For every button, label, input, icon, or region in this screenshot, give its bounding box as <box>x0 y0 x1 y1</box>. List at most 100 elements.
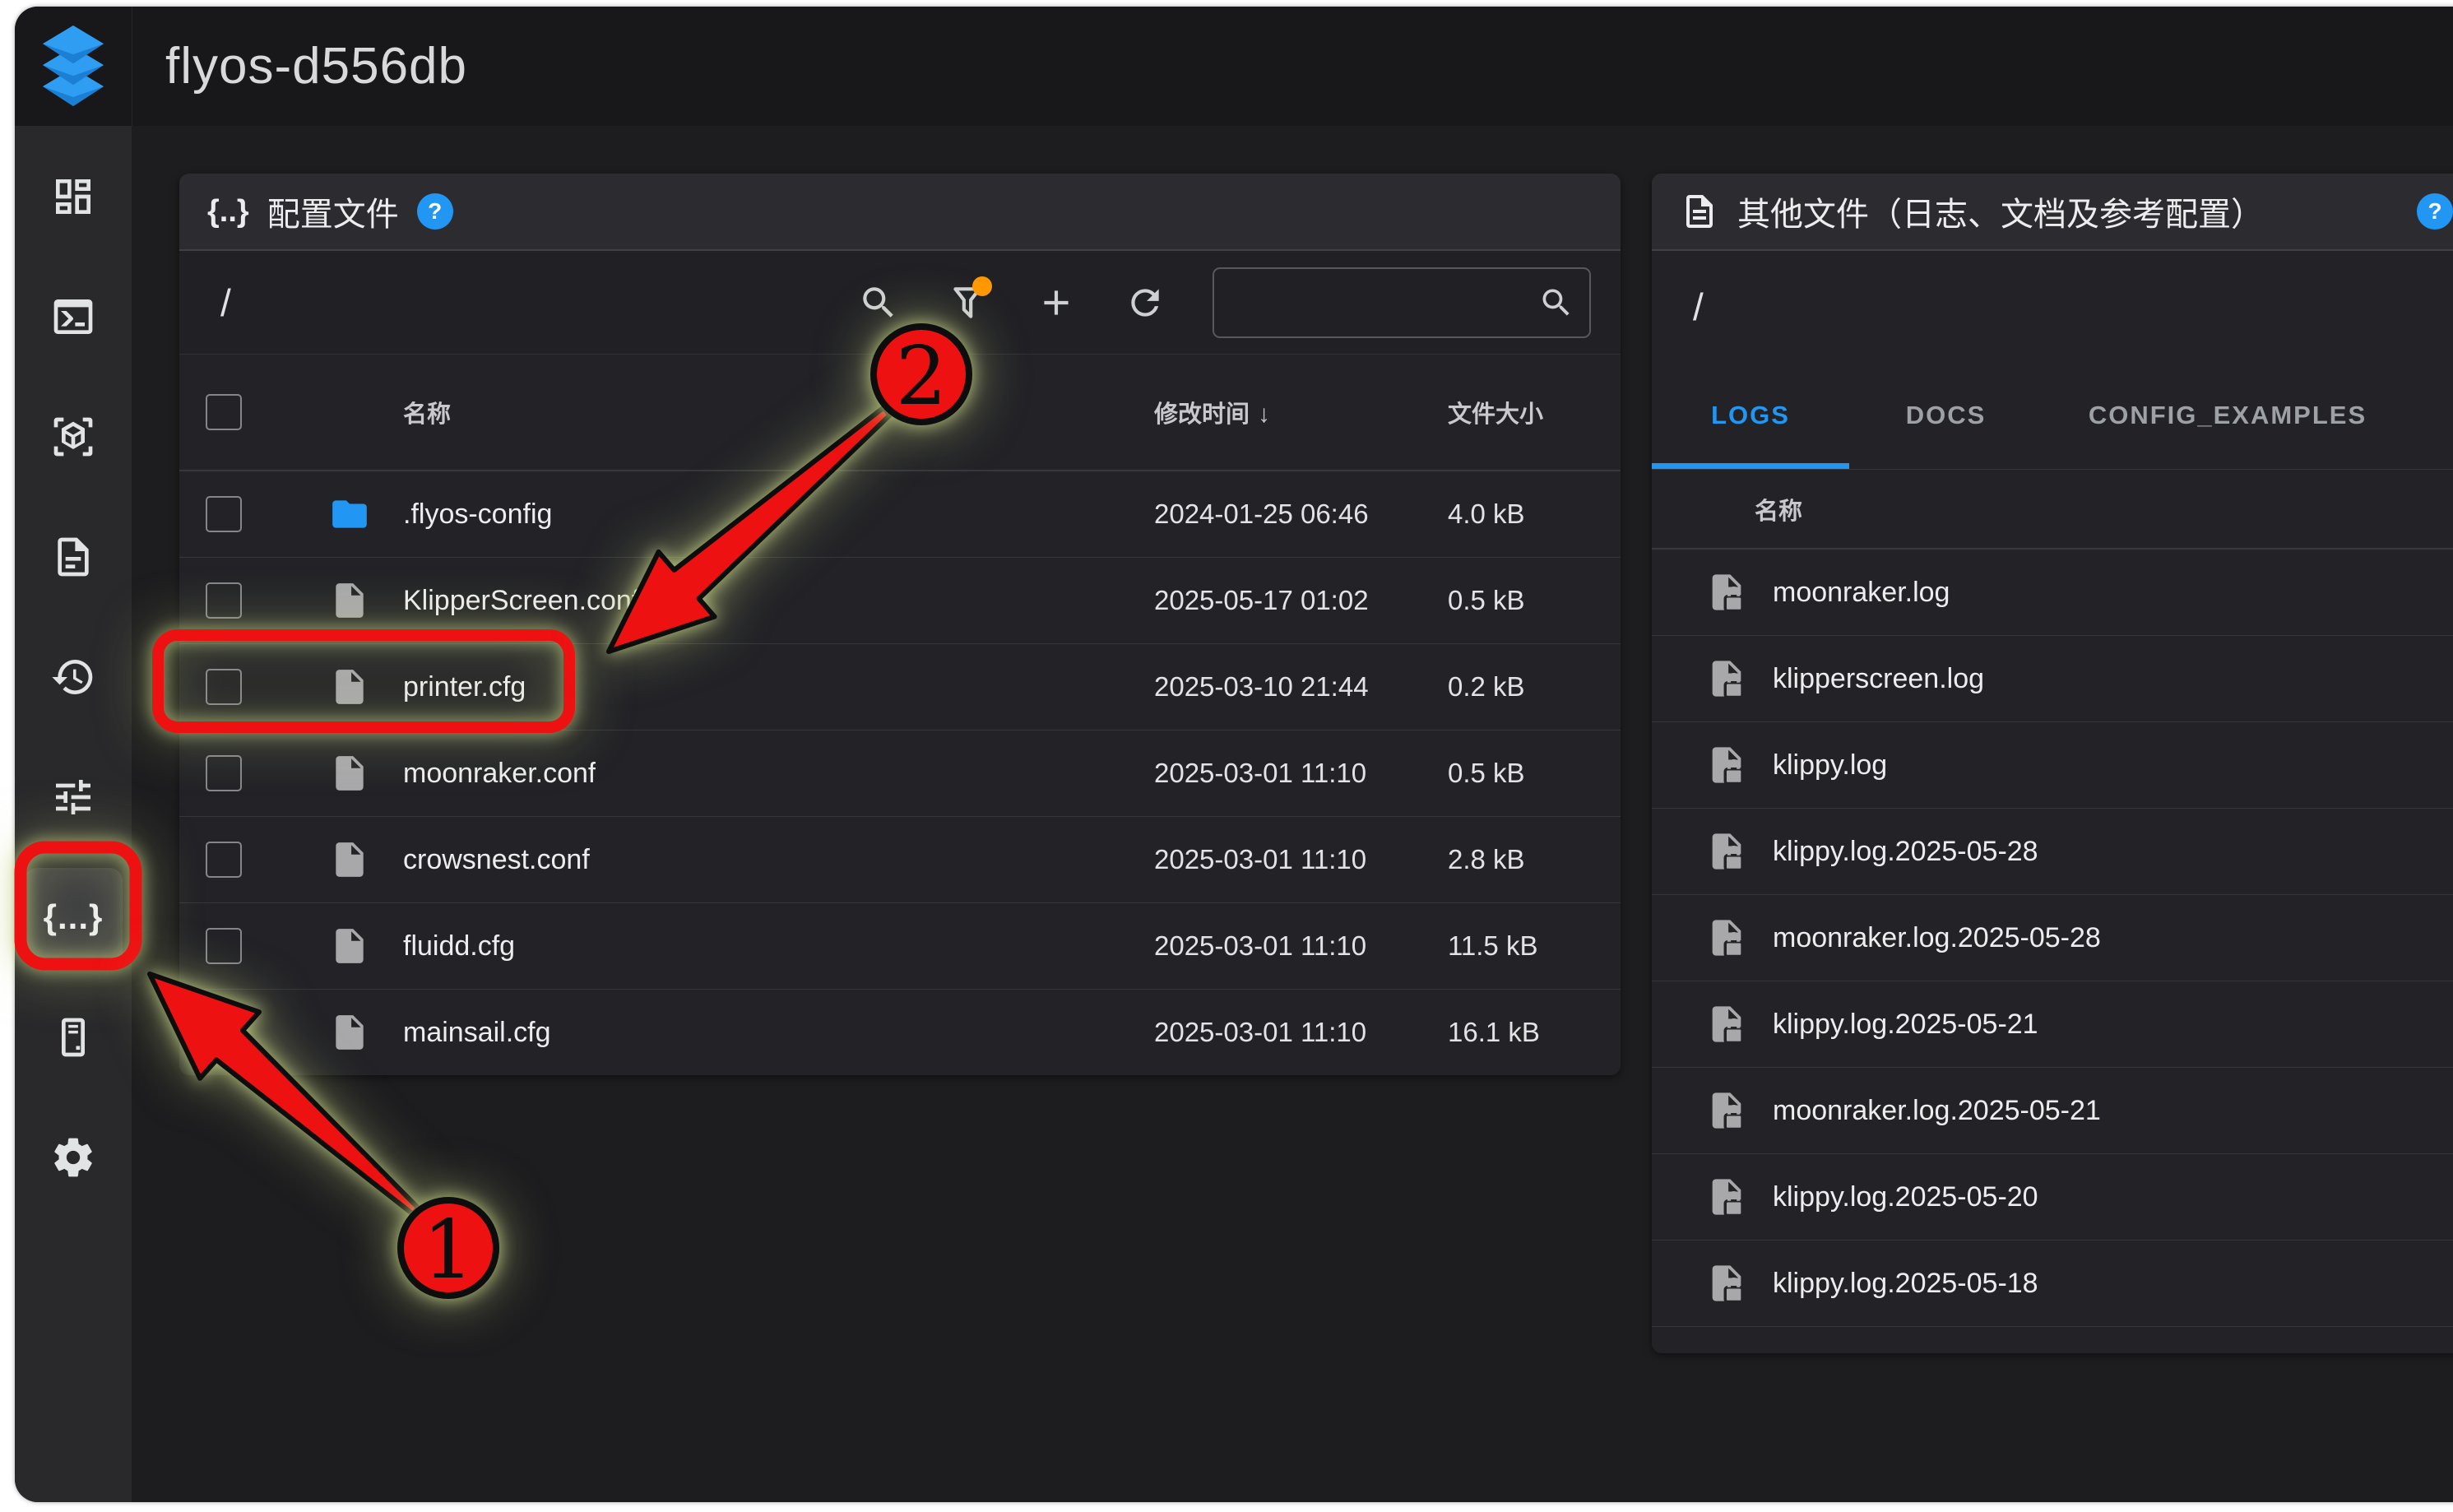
file-modified: 2025-03-01 11:10 <box>1154 758 1366 788</box>
sidebar-item-preview[interactable] <box>24 387 123 486</box>
list-item[interactable]: moonraker.log <box>1652 550 2453 636</box>
search-box[interactable] <box>1213 267 1591 338</box>
console-icon <box>50 294 96 340</box>
history-icon <box>50 654 96 700</box>
config-panel-title: 配置文件 <box>267 188 399 235</box>
select-all-checkbox[interactable] <box>206 394 242 430</box>
other-table-header: 名称 <box>1652 470 2453 550</box>
file-lock-icon <box>1705 1176 1748 1218</box>
app-logo[interactable] <box>15 7 132 126</box>
layers-logo-icon <box>35 26 111 108</box>
row-checkbox[interactable] <box>206 582 242 619</box>
file-name: klippy.log.2025-05-18 <box>1773 1268 2038 1300</box>
refresh-button[interactable] <box>1115 273 1175 332</box>
list-item[interactable]: klippy.log.2025-05-18 <box>1652 1241 2453 1327</box>
toolbar-buttons <box>849 267 1591 338</box>
list-item[interactable]: klippy.log.2025-05-21 <box>1652 981 2453 1068</box>
plus-icon <box>1036 282 1077 323</box>
file-name: .flyos-config <box>403 499 552 531</box>
file-modified: 2024-01-25 06:46 <box>1154 499 1369 529</box>
sidebar-item-history[interactable] <box>24 628 123 726</box>
page-title: flyos-d556db <box>165 37 467 95</box>
file-name: crowsnest.conf <box>403 844 590 876</box>
table-row[interactable]: moonraker.conf 2025-03-01 11:10 0.5 kB <box>179 730 1621 817</box>
table-row[interactable]: fluidd.cfg2025-03-01 11:1011.5 kB <box>179 903 1621 990</box>
table-row[interactable]: crowsnest.conf 2025-03-01 11:10 2.8 kB <box>179 817 1621 903</box>
file-name: fluidd.cfg <box>403 930 515 962</box>
file-icon <box>329 839 370 880</box>
file-name: klipperscreen.log <box>1773 663 1984 695</box>
table-row[interactable]: mainsail.cfg2025-03-01 11:1016.1 kB <box>179 990 1621 1075</box>
row-checkbox[interactable] <box>206 496 242 532</box>
sidebar-item-settings[interactable] <box>24 1108 123 1207</box>
file-modified: 2025-05-17 01:02 <box>1154 585 1369 615</box>
list-item[interactable]: klippy.log.2025-05-28 <box>1652 809 2453 895</box>
column-name[interactable]: 名称 <box>403 395 451 429</box>
row-checkbox[interactable] <box>206 669 242 705</box>
tab-logs[interactable]: LOGS <box>1652 362 1849 469</box>
table-row[interactable]: KlipperScreen.conf2025-05-17 01:020.5 kB <box>179 558 1621 644</box>
list-item[interactable]: moonraker.log.2025-05-28 <box>1652 895 2453 981</box>
sidebar-item-console[interactable] <box>24 267 123 366</box>
search-button[interactable] <box>849 273 908 332</box>
titlebar: flyos-d556db <box>15 7 2453 126</box>
sidebar-item-configure[interactable]: {...} <box>24 868 123 967</box>
help-icon[interactable]: ? <box>2417 193 2453 230</box>
app-window: flyos-d556db {...} {..} 配置文件 ? / 名称 <box>15 7 2453 1502</box>
search-icon <box>858 282 899 323</box>
table-row[interactable]: printer.cfg2025-03-10 21:440.2 kB <box>179 644 1621 730</box>
other-panel-header: 其他文件（日志、文档及参考配置） ? <box>1652 174 2453 251</box>
config-toolbar: / <box>179 251 1621 354</box>
column-name[interactable]: 名称 <box>1755 492 1802 526</box>
list-item[interactable]: klipperscreen.log <box>1652 636 2453 722</box>
current-path: / <box>1693 285 1704 329</box>
file-name: moonraker.conf <box>403 758 596 790</box>
file-size: 2.8 kB <box>1448 844 1525 874</box>
tab-config_examples[interactable]: CONFIG_EXAMPLES <box>2043 362 2413 469</box>
file-name: klippy.log.2025-05-28 <box>1773 836 2038 868</box>
config-table-body: .flyos-config2024-01-25 06:464.0 kBKlipp… <box>179 471 1621 1075</box>
tab-docs[interactable]: DOCS <box>1849 362 2043 469</box>
cube-scan-icon <box>50 414 96 460</box>
file-lock-icon <box>1705 657 1748 700</box>
file-lock-icon <box>1705 1003 1748 1046</box>
machine-icon <box>50 1014 96 1060</box>
list-item[interactable]: moonraker.log.2025-05-21 <box>1652 1068 2453 1154</box>
other-tabs: LOGSDOCSCONFIG_EXAMPLES <box>1652 362 2453 470</box>
page: flyos-d556db {...} {..} 配置文件 ? / 名称 <box>0 0 2453 1512</box>
list-item[interactable]: klippy.log <box>1652 722 2453 809</box>
sidebar-item-system[interactable] <box>24 988 123 1087</box>
file-size: 0.5 kB <box>1448 758 1525 788</box>
config-panel-header: {..} 配置文件 ? <box>179 174 1621 251</box>
dashboard-icon <box>50 174 96 220</box>
row-checkbox[interactable] <box>206 755 242 791</box>
file-name: klippy.log.2025-05-20 <box>1773 1181 2038 1213</box>
column-size[interactable]: 文件大小 <box>1448 401 1543 428</box>
help-icon[interactable]: ? <box>417 193 453 230</box>
list-item[interactable]: klippy.log.2025-05-20 <box>1652 1154 2453 1241</box>
column-modified[interactable]: 修改时间 <box>1154 401 1250 428</box>
folder-icon <box>329 494 370 535</box>
file-icon <box>329 666 370 707</box>
file-size: 16.1 kB <box>1448 1017 1540 1047</box>
add-button[interactable] <box>1027 273 1086 332</box>
row-checkbox[interactable] <box>206 1014 242 1051</box>
file-name: moonraker.log.2025-05-21 <box>1773 1095 2101 1127</box>
sort-desc-icon: ↓ <box>1258 401 1270 428</box>
file-lock-icon <box>1705 1089 1748 1132</box>
file-lock-icon <box>1705 744 1748 786</box>
table-row[interactable]: .flyos-config2024-01-25 06:464.0 kB <box>179 471 1621 558</box>
search-icon <box>1538 285 1574 321</box>
sidebar-item-tune[interactable] <box>24 748 123 846</box>
sidebar-item-jobs[interactable] <box>24 508 123 606</box>
row-checkbox[interactable] <box>206 928 242 964</box>
other-panel-title: 其他文件（日志、文档及参考配置） <box>1737 188 2264 235</box>
file-icon <box>329 580 370 621</box>
file-modified: 2025-03-01 11:10 <box>1154 844 1366 874</box>
sidebar-item-dashboard[interactable] <box>24 147 123 246</box>
search-input[interactable] <box>1229 285 1530 319</box>
document-icon <box>1680 192 1719 231</box>
row-checkbox[interactable] <box>206 842 242 878</box>
file-modified: 2025-03-01 11:10 <box>1154 1017 1366 1047</box>
filter-button[interactable] <box>938 273 997 332</box>
